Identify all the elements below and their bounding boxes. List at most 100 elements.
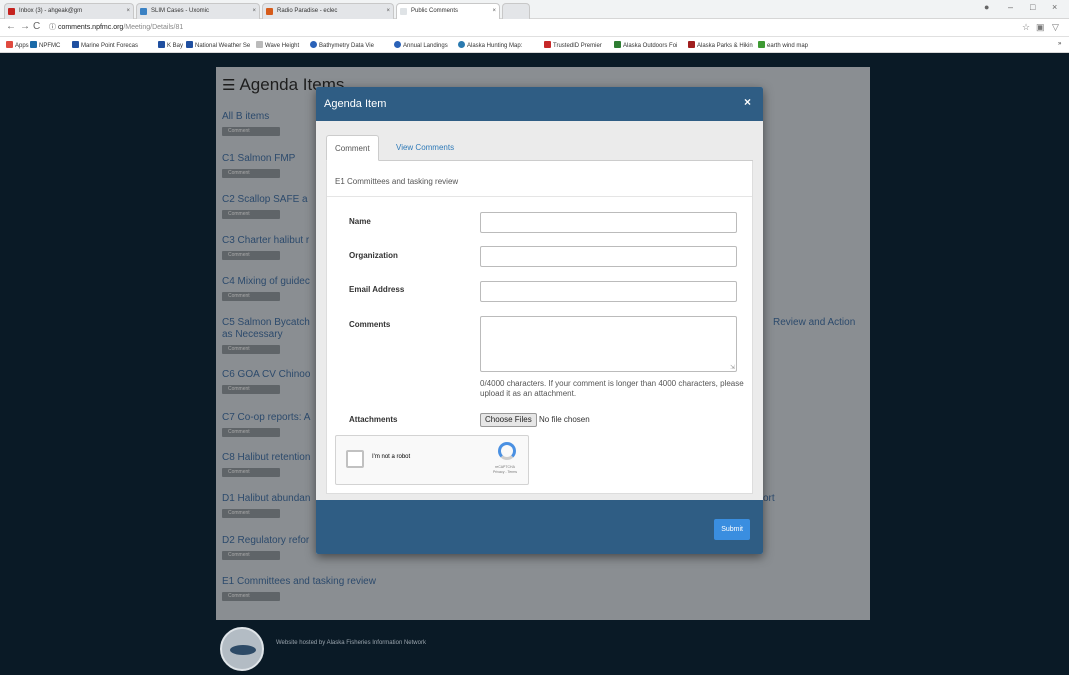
browser-tab-inbox[interactable]: Inbox (3) - ahgeak@gm × xyxy=(4,3,134,19)
tab-comment[interactable]: Comment xyxy=(326,135,379,161)
comment-button[interactable]: Comment xyxy=(222,592,280,601)
submit-button[interactable]: Submit xyxy=(714,519,750,540)
url-path: /Meeting/Details/81 xyxy=(123,24,184,31)
globe-icon xyxy=(310,41,317,48)
minimize-icon[interactable]: – xyxy=(1008,2,1013,12)
comment-button[interactable]: Comment xyxy=(222,292,280,301)
agenda-item-link[interactable]: D2 Regulatory refor xyxy=(222,535,309,546)
agenda-item-link[interactable]: C8 Halibut retention xyxy=(222,452,310,463)
browser-tab-radio[interactable]: Radio Paradise - eclec × xyxy=(262,3,394,19)
comment-button[interactable]: Comment xyxy=(222,428,280,437)
close-tab-icon[interactable]: × xyxy=(492,4,496,19)
bookmark-hunting-maps[interactable]: Alaska Hunting Map: xyxy=(458,41,522,49)
agenda-item-link[interactable]: C1 Salmon FMP xyxy=(222,153,295,164)
star-icon[interactable]: ☆ xyxy=(1022,22,1030,33)
agenda-item-link[interactable]: D1 Halibut abundan xyxy=(222,493,310,504)
maximize-icon[interactable]: □ xyxy=(1030,2,1035,12)
email-field[interactable] xyxy=(480,281,737,302)
close-tab-icon[interactable]: × xyxy=(252,4,256,19)
comment-button[interactable]: Comment xyxy=(222,551,280,560)
bookmark-label: Marine Point Forecas xyxy=(81,43,139,49)
bookmark-bathymetry[interactable]: Bathymetry Data Vie xyxy=(310,41,374,49)
comment-button[interactable]: Comment xyxy=(222,509,280,518)
recaptcha-links[interactable]: Privacy - Terms xyxy=(493,470,517,474)
forward-icon[interactable]: → xyxy=(20,21,30,32)
organization-label: Organization xyxy=(349,251,398,260)
tab-label: Inbox (3) - ahgeak@gm xyxy=(19,8,83,14)
bookmark-label: Wave Height xyxy=(265,43,300,49)
bookmark-kbay[interactable]: K Bay xyxy=(158,41,183,49)
bookmark-label: Apps xyxy=(15,43,29,49)
bookmarks-bar: Apps NPFMC Marine Point Forecas K Bay Na… xyxy=(0,37,1069,53)
agenda-item-link[interactable]: E1 Committees and tasking review xyxy=(222,576,376,587)
modal-tabs: Comment View Comments xyxy=(326,135,753,161)
close-window-icon[interactable]: × xyxy=(1052,2,1057,12)
new-tab-button[interactable] xyxy=(502,3,530,19)
weather-icon xyxy=(186,41,193,48)
extension-icon[interactable]: ▣ xyxy=(1036,22,1045,33)
agenda-item-link[interactable]: C6 GOA CV Chinoo xyxy=(222,369,310,380)
bookmark-nws[interactable]: National Weather Se xyxy=(186,41,250,49)
recaptcha-checkbox[interactable] xyxy=(346,450,364,468)
agenda-item-link[interactable]: C3 Charter halibut r xyxy=(222,235,309,246)
tab-label: SLIM Cases - Uxomic xyxy=(151,8,210,14)
comment-button[interactable]: Comment xyxy=(222,127,280,136)
tab-view-comments[interactable]: View Comments xyxy=(388,135,462,161)
agenda-item-link[interactable]: ort xyxy=(763,493,775,504)
organization-field[interactable] xyxy=(480,246,737,267)
agenda-item-link[interactable]: C5 Salmon Bycatch xyxy=(222,317,310,328)
close-icon[interactable]: × xyxy=(744,95,751,109)
comments-textarea[interactable]: ⇲ xyxy=(480,316,737,372)
recaptcha-brand-text: reCAPTCHA xyxy=(495,465,515,469)
back-icon[interactable]: ← xyxy=(6,21,16,32)
agenda-item-title: E1 Committees and tasking review xyxy=(335,177,459,186)
reload-icon[interactable]: C xyxy=(33,21,40,32)
bookmark-npfmc[interactable]: NPFMC xyxy=(30,41,60,49)
bookmark-label: NPFMC xyxy=(39,43,61,49)
earth-wind-icon xyxy=(758,41,765,48)
bookmark-wave-height[interactable]: Wave Height xyxy=(256,41,299,49)
close-tab-icon[interactable]: × xyxy=(386,4,390,19)
page-icon xyxy=(400,8,407,15)
radio-paradise-icon xyxy=(266,8,273,15)
profile-icon[interactable]: ● xyxy=(984,2,989,12)
bookmarks-overflow-icon[interactable]: » xyxy=(1058,41,1061,47)
bookmark-alaska-outdoors[interactable]: Alaska Outdoors Foi xyxy=(614,41,677,49)
agenda-item-link[interactable]: Review and Action xyxy=(773,317,855,328)
shield-icon[interactable]: ▽ xyxy=(1052,22,1059,33)
bookmark-marine-forecast[interactable]: Marine Point Forecas xyxy=(72,41,138,49)
gmail-icon xyxy=(8,8,15,15)
file-status: No file chosen xyxy=(539,415,590,424)
comment-button[interactable]: Comment xyxy=(222,251,280,260)
comment-form: E1 Committees and tasking review Name Or… xyxy=(326,161,753,494)
name-label: Name xyxy=(349,217,371,226)
bookmark-earth-wind-map[interactable]: earth wind map xyxy=(758,41,808,49)
comment-button[interactable]: Comment xyxy=(222,345,280,354)
agenda-item-link[interactable]: C4 Mixing of guidec xyxy=(222,276,310,287)
recaptcha-brand: reCAPTCHA Privacy - Terms xyxy=(488,465,522,475)
browser-tab-public-comments[interactable]: Public Comments × xyxy=(396,3,500,19)
comment-button[interactable]: Comment xyxy=(222,468,280,477)
comment-button[interactable]: Comment xyxy=(222,385,280,394)
choose-files-button[interactable]: Choose Files xyxy=(480,413,537,427)
bookmark-annual-landings[interactable]: Annual Landings xyxy=(394,41,448,49)
browser-tab-slim[interactable]: SLIM Cases - Uxomic × xyxy=(136,3,260,19)
agenda-item-link[interactable]: All B items xyxy=(222,111,269,122)
bookmark-trustedid[interactable]: TrustedID Premier xyxy=(544,41,602,49)
email-label: Email Address xyxy=(349,285,405,294)
agenda-item-link[interactable]: C7 Co-op reports: A xyxy=(222,412,310,423)
address-bar[interactable]: ⓘ comments.npfmc.org/Meeting/Details/81 xyxy=(49,21,979,34)
tab-label: Radio Paradise - eclec xyxy=(277,8,338,14)
bookmark-alaska-parks[interactable]: Alaska Parks & Hikin xyxy=(688,41,753,49)
comment-button[interactable]: Comment xyxy=(222,169,280,178)
bookmark-label: TrustedID Premier xyxy=(553,43,602,49)
resize-handle-icon[interactable]: ⇲ xyxy=(730,364,735,371)
close-tab-icon[interactable]: × xyxy=(126,4,130,19)
name-field[interactable] xyxy=(480,212,737,233)
bookmark-apps[interactable]: Apps xyxy=(6,41,29,49)
agenda-item-link[interactable]: C2 Scallop SAFE a xyxy=(222,194,308,205)
comment-button[interactable]: Comment xyxy=(222,210,280,219)
agenda-item-link[interactable]: as Necessary xyxy=(222,329,283,340)
map-icon xyxy=(458,41,465,48)
character-count-help: 0/4000 characters. If your comment is lo… xyxy=(480,379,744,398)
